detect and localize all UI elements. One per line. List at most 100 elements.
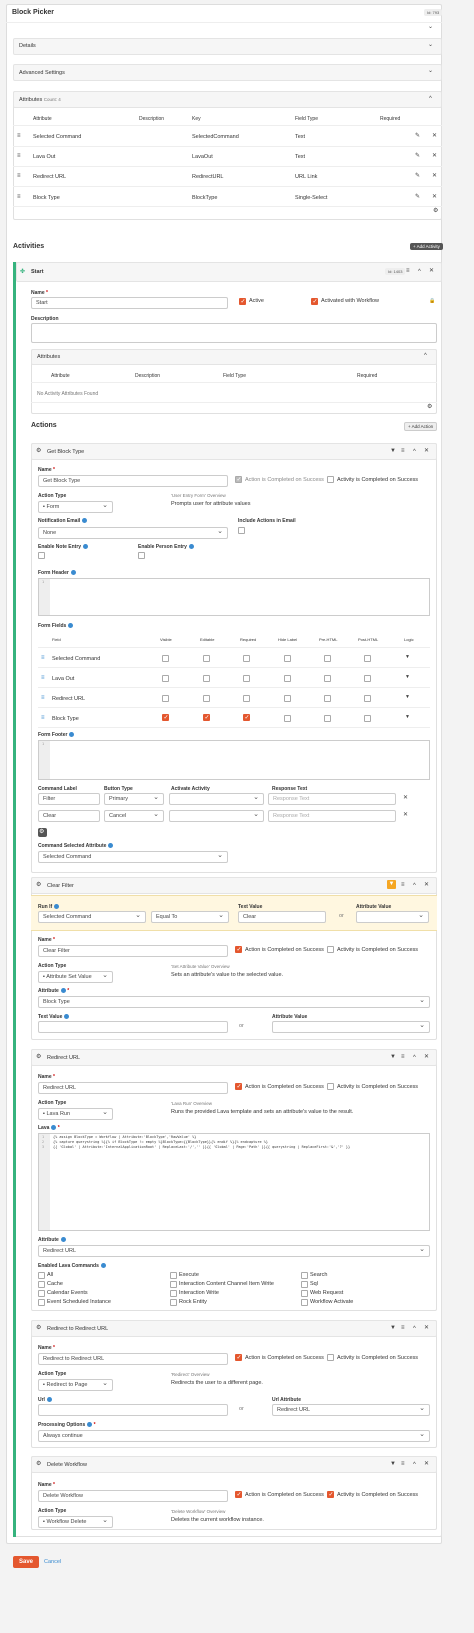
- chevron-up-icon[interactable]: ^: [413, 1325, 416, 1333]
- drag-handle-icon[interactable]: ≡: [17, 193, 21, 201]
- close-icon[interactable]: ✕: [432, 172, 437, 180]
- activity-completed-checkbox[interactable]: [327, 1354, 334, 1361]
- menu-icon[interactable]: ≡: [401, 881, 405, 889]
- drag-handle-icon[interactable]: ≡: [41, 674, 45, 682]
- close-icon[interactable]: ✕: [424, 447, 429, 455]
- hide-label-checkbox[interactable]: [284, 695, 291, 702]
- required-checkbox[interactable]: [243, 714, 250, 721]
- add-command-button[interactable]: ⚙: [38, 828, 47, 837]
- lava-command-checkbox[interactable]: [301, 1290, 308, 1297]
- lava-command-checkbox[interactable]: [170, 1299, 177, 1306]
- required-checkbox[interactable]: [243, 675, 250, 682]
- lava-command-checkbox[interactable]: [38, 1299, 45, 1306]
- required-checkbox[interactable]: [243, 655, 250, 662]
- pre-html-checkbox[interactable]: [324, 715, 331, 722]
- gear-icon[interactable]: ⚙: [427, 403, 432, 411]
- text-value-input[interactable]: [38, 1021, 228, 1033]
- completed-checkbox[interactable]: [235, 946, 242, 953]
- include-actions-checkbox[interactable]: [238, 527, 245, 534]
- advanced-panel[interactable]: [13, 64, 442, 81]
- required-checkbox[interactable]: [243, 695, 250, 702]
- form-header-editor[interactable]: 1: [38, 578, 430, 616]
- menu-icon[interactable]: ≡: [401, 447, 405, 455]
- add-action-button[interactable]: + Add Action: [404, 422, 438, 431]
- notification-select[interactable]: None: [38, 527, 228, 539]
- chevron-up-icon[interactable]: ^: [413, 1461, 416, 1469]
- editable-checkbox[interactable]: [203, 714, 210, 721]
- activate-activity-select[interactable]: [169, 793, 264, 805]
- url-input[interactable]: [38, 1404, 228, 1416]
- run-if-text-value-input[interactable]: Clear: [238, 911, 326, 923]
- activity-completed-checkbox[interactable]: [327, 946, 334, 953]
- chevron-up-icon[interactable]: ^: [418, 268, 421, 276]
- post-html-checkbox[interactable]: [364, 715, 371, 722]
- visible-checkbox[interactable]: [162, 655, 169, 662]
- pencil-icon[interactable]: ✎: [415, 172, 420, 180]
- chevron-up-icon[interactable]: ^: [424, 352, 427, 360]
- hide-label-checkbox[interactable]: [284, 675, 291, 682]
- active-checkbox[interactable]: [239, 298, 246, 305]
- activated-checkbox[interactable]: [311, 298, 318, 305]
- action-type-select[interactable]: ▪ Lava Run: [38, 1108, 113, 1120]
- attributes-header[interactable]: [13, 91, 442, 108]
- hide-label-checkbox[interactable]: [284, 655, 291, 662]
- pencil-icon[interactable]: ✎: [415, 152, 420, 160]
- close-icon[interactable]: ✕: [403, 794, 408, 802]
- completed-checkbox[interactable]: [235, 1083, 242, 1090]
- cancel-link[interactable]: Cancel: [44, 1559, 61, 1565]
- activity-name-input[interactable]: Start: [31, 297, 228, 309]
- pre-html-checkbox[interactable]: [324, 695, 331, 702]
- close-icon[interactable]: ✕: [424, 1053, 429, 1061]
- lava-command-checkbox[interactable]: [301, 1299, 308, 1306]
- chevron-down-icon[interactable]: ⌄: [428, 41, 433, 49]
- close-icon[interactable]: ✕: [432, 152, 437, 160]
- lava-command-checkbox[interactable]: [38, 1272, 45, 1279]
- attribute-select[interactable]: Block Type: [38, 996, 430, 1008]
- action-type-select[interactable]: ▪ Workflow Delete: [38, 1516, 113, 1528]
- menu-icon[interactable]: ≡: [406, 267, 410, 275]
- command-label-input[interactable]: Filter: [38, 793, 100, 805]
- activate-activity-select[interactable]: [169, 810, 264, 822]
- pencil-icon[interactable]: ✎: [415, 132, 420, 140]
- visible-checkbox[interactable]: [162, 675, 169, 682]
- visible-checkbox[interactable]: [162, 695, 169, 702]
- close-icon[interactable]: ✕: [424, 1324, 429, 1332]
- action-header[interactable]: [31, 1049, 437, 1066]
- chevron-up-icon[interactable]: ^: [429, 95, 432, 103]
- action-name-input[interactable]: Redirect URL: [38, 1082, 228, 1094]
- chevron-down-icon[interactable]: ⌄: [428, 23, 433, 31]
- completed-checkbox[interactable]: [235, 1354, 242, 1361]
- post-html-checkbox[interactable]: [364, 695, 371, 702]
- filter-icon[interactable]: ▼: [390, 1324, 396, 1332]
- action-name-input[interactable]: Clear Filter: [38, 945, 228, 957]
- menu-icon[interactable]: ≡: [401, 1324, 405, 1332]
- attribute-value-select[interactable]: [272, 1021, 430, 1033]
- close-icon[interactable]: ✕: [424, 1460, 429, 1468]
- post-html-checkbox[interactable]: [364, 675, 371, 682]
- form-footer-editor[interactable]: 1: [38, 740, 430, 780]
- chevron-up-icon[interactable]: ^: [413, 882, 416, 890]
- lava-editor[interactable]: 123 {% assign BlockType = Workflow | Att…: [38, 1133, 430, 1231]
- activity-completed-checkbox[interactable]: [327, 1083, 334, 1090]
- action-header[interactable]: [31, 443, 437, 460]
- editable-checkbox[interactable]: [203, 695, 210, 702]
- response-text-input[interactable]: Response Text: [268, 810, 396, 822]
- close-icon[interactable]: ✕: [403, 811, 408, 819]
- action-name-input[interactable]: Get Block Type: [38, 475, 228, 487]
- activity-completed-checkbox[interactable]: [327, 476, 334, 483]
- run-if-attribute-value-select[interactable]: [356, 911, 429, 923]
- lava-command-checkbox[interactable]: [170, 1281, 177, 1288]
- command-label-input[interactable]: Clear: [38, 810, 100, 822]
- close-icon[interactable]: ✕: [432, 193, 437, 201]
- filter-icon[interactable]: ▼: [390, 1053, 396, 1061]
- activity-completed-checkbox[interactable]: [327, 1491, 334, 1498]
- menu-icon[interactable]: ≡: [401, 1053, 405, 1061]
- filter-icon[interactable]: ▼: [405, 653, 410, 661]
- pre-html-checkbox[interactable]: [324, 655, 331, 662]
- lava-command-checkbox[interactable]: [38, 1290, 45, 1297]
- post-html-checkbox[interactable]: [364, 655, 371, 662]
- run-if-operator-select[interactable]: Equal To: [151, 911, 229, 923]
- action-header[interactable]: [31, 1456, 437, 1473]
- action-type-select[interactable]: ▪ Form: [38, 501, 113, 513]
- completed-checkbox[interactable]: [235, 1491, 242, 1498]
